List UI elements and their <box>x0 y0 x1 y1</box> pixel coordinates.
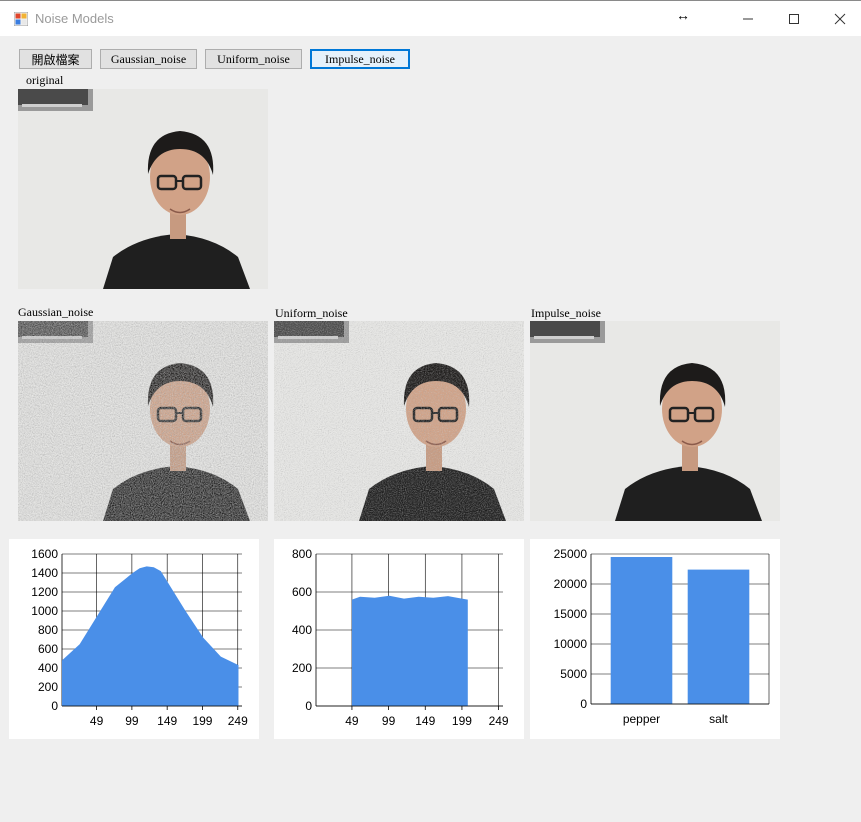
impulse-noise-image <box>530 321 780 521</box>
x-tick-label: salt <box>709 712 728 726</box>
y-tick-label: 0 <box>580 697 587 711</box>
y-tick-label: 0 <box>305 699 312 713</box>
gaussian-noise-button[interactable]: Gaussian_noise <box>100 49 197 69</box>
maximize-button[interactable] <box>771 1 817 36</box>
title-bar[interactable]: Noise Models ↔ <box>0 1 861 36</box>
y-tick-label: 800 <box>38 623 58 637</box>
y-tick-label: 400 <box>292 623 312 637</box>
resize-cursor-icon: ↔ <box>676 7 690 23</box>
y-tick-label: 200 <box>292 661 312 675</box>
histogram-area <box>62 566 239 706</box>
x-tick-label: 149 <box>157 714 177 728</box>
maximize-icon <box>789 13 799 24</box>
uniform-noise-button[interactable]: Uniform_noise <box>205 49 302 69</box>
bar-salt <box>687 569 750 704</box>
minimize-button[interactable] <box>725 1 771 36</box>
impulse-noise-button[interactable]: Impulse_noise <box>310 49 410 69</box>
y-tick-label: 1400 <box>31 566 58 580</box>
x-tick-label: 249 <box>489 714 509 728</box>
x-tick-label: 149 <box>415 714 435 728</box>
x-tick-label: 99 <box>125 714 139 728</box>
uniform-histogram-chart: 0 200 400 600 800 49 99 149 199 249 <box>274 539 524 739</box>
y-tick-label: 600 <box>38 642 58 656</box>
x-tick-label: 49 <box>90 714 104 728</box>
x-tick-label: 199 <box>192 714 212 728</box>
minimize-icon <box>743 18 753 19</box>
x-tick-label: 249 <box>228 714 248 728</box>
y-tick-label: 400 <box>38 661 58 675</box>
window-title: Noise Models <box>35 11 114 26</box>
y-tick-label: 5000 <box>560 667 587 681</box>
x-tick-label: pepper <box>623 712 660 726</box>
y-tick-label: 600 <box>292 585 312 599</box>
y-tick-label: 10000 <box>554 637 588 651</box>
gaussian-noise-image <box>18 321 268 521</box>
y-tick-label: 25000 <box>554 547 588 561</box>
x-tick-label: 49 <box>345 714 359 728</box>
y-tick-label: 1600 <box>31 547 58 561</box>
close-icon <box>834 13 846 24</box>
y-tick-label: 200 <box>38 680 58 694</box>
close-button[interactable] <box>817 1 861 36</box>
uniform-label: Uniform_noise <box>275 306 348 320</box>
impulse-label: Impulse_noise <box>531 306 601 320</box>
open-file-button[interactable]: 開啟檔案 <box>19 49 92 69</box>
gaussian-label: Gaussian_noise <box>18 305 94 319</box>
uniform-noise-image <box>274 321 524 521</box>
bar-pepper <box>610 557 673 704</box>
y-tick-label: 15000 <box>554 607 588 621</box>
main-window: Noise Models ↔ 開啟檔案 Gaussian_noise Unifo… <box>0 0 861 822</box>
y-tick-label: 800 <box>292 547 312 561</box>
histogram-area <box>351 595 468 706</box>
x-tick-label: 99 <box>382 714 396 728</box>
original-label: original <box>26 73 64 87</box>
original-image <box>18 89 268 289</box>
gaussian-histogram-chart: 0 200 400 600 800 1000 1200 1400 1600 49 99 149 199 2… <box>9 539 259 739</box>
y-tick-label: 1000 <box>31 604 58 618</box>
app-icon <box>14 12 28 26</box>
x-tick-label: 199 <box>452 714 472 728</box>
impulse-histogram-chart: 0 5000 10000 15000 20000 25000 pepper salt <box>530 539 780 739</box>
y-tick-label: 20000 <box>554 577 588 591</box>
y-tick-label: 1200 <box>31 585 58 599</box>
y-tick-label: 0 <box>51 699 58 713</box>
